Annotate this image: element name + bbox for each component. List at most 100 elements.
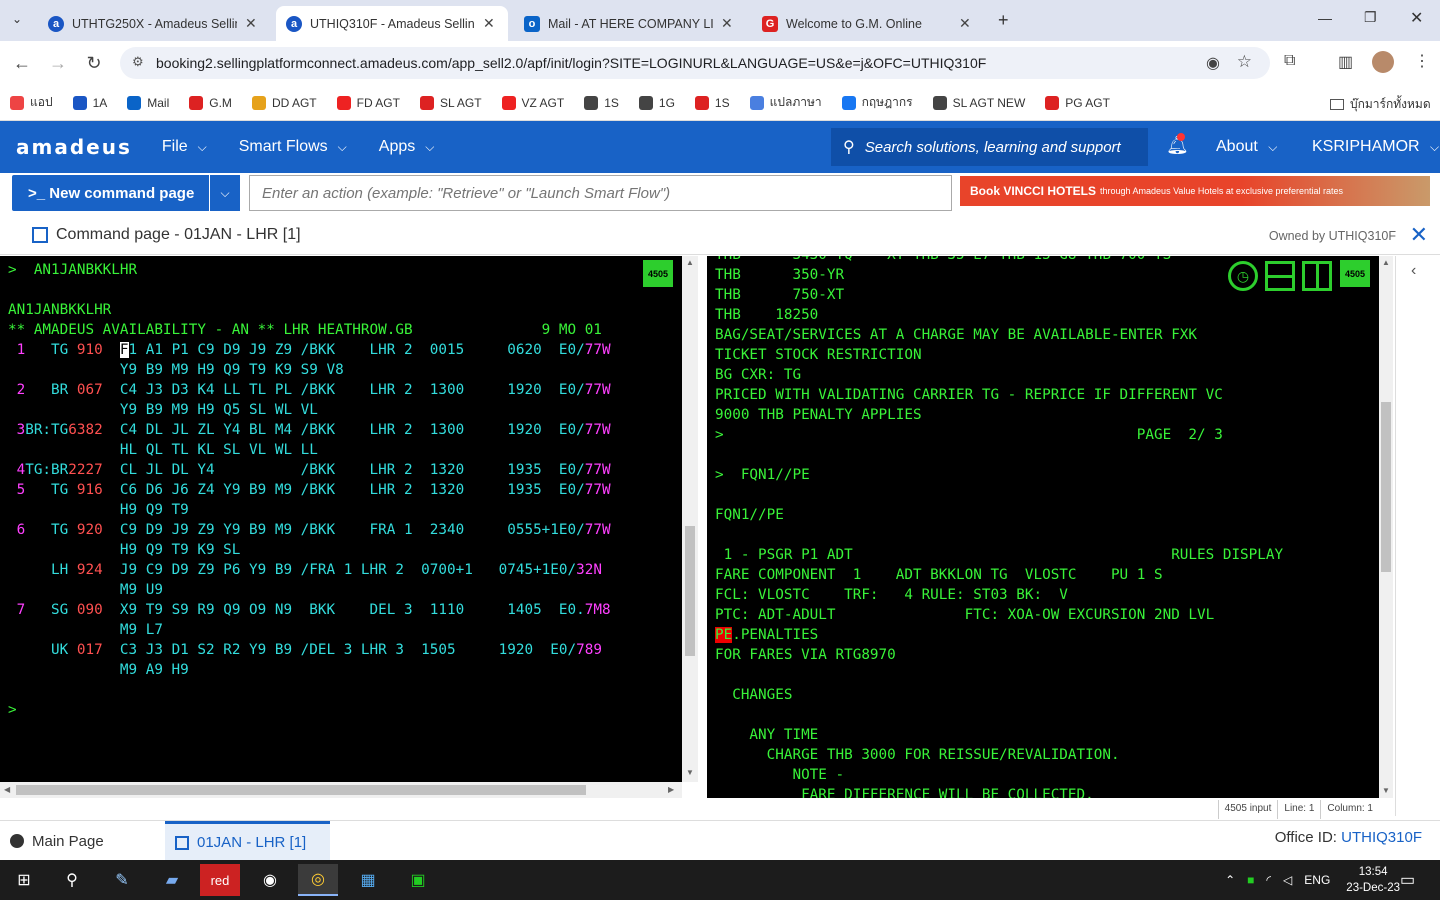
bookmark-item[interactable]: แอป — [10, 93, 53, 112]
scroll-thumb[interactable] — [685, 526, 695, 656]
bookmark-item[interactable]: Mail — [127, 95, 170, 110]
bookmark-label: Mail — [147, 95, 170, 110]
browser-tab-2-active[interactable]: a UTHIQ310F - Amadeus Selling P ✕ — [276, 6, 508, 41]
status-line: Line: 1 — [1277, 800, 1320, 819]
all-bookmarks[interactable]: บุ๊กมาร์กทั้งหมด — [1330, 95, 1431, 114]
url-field[interactable]: ⚙ booking2.sellingplatformconnect.amadeu… — [120, 47, 1270, 79]
bookmark-item[interactable]: 1G — [638, 95, 675, 110]
clock[interactable]: 13:54 23-Dec-23 — [1346, 864, 1400, 896]
terminal-left[interactable]: > AN1JANBKKLHR AN1JANBKKLHR ** AMADEUS AVA… — [0, 256, 682, 782]
menu-file[interactable]: File ⌵ — [162, 138, 207, 156]
scroll-down-icon[interactable]: ▼ — [1382, 786, 1390, 795]
scroll-left-icon[interactable]: ◀ — [4, 785, 10, 794]
terminal-left-badge[interactable]: 4505 — [643, 260, 673, 290]
tray-expand-icon[interactable]: ⌃ — [1225, 873, 1235, 887]
bookmark-item[interactable]: แปลภาษา — [749, 93, 822, 112]
menu-smart-flows[interactable]: Smart Flows ⌵ — [239, 138, 347, 156]
calculator-icon[interactable]: ▦ — [348, 864, 388, 896]
scroll-thumb[interactable] — [1381, 402, 1391, 572]
close-tab-icon[interactable]: ✕ — [245, 15, 257, 32]
wifi-icon[interactable]: ◜ — [1266, 873, 1271, 887]
close-tab-icon[interactable]: ✕ — [483, 15, 495, 32]
profile-avatar[interactable] — [1372, 51, 1394, 73]
terminal-text: 6 — [8, 522, 52, 538]
bookmark-star-icon[interactable]: ☆ — [1237, 52, 1252, 72]
split-vertical-icon[interactable] — [1302, 261, 1332, 291]
browser-tab-3[interactable]: o Mail - AT HERE COMPANY LIMI ✕ — [514, 6, 750, 41]
back-icon[interactable]: ← — [4, 53, 40, 74]
sidepanel-icon[interactable]: ▥ — [1338, 52, 1353, 72]
terminal-right-badge[interactable]: 4505 — [1340, 260, 1370, 290]
bookmark-item[interactable]: SL AGT NEW — [932, 95, 1025, 110]
scroll-up-icon[interactable]: ▲ — [686, 258, 694, 267]
app-icon[interactable]: ▰ — [152, 864, 192, 896]
chrome-icon[interactable]: ◎ — [298, 864, 338, 896]
browser-tab-4[interactable]: G Welcome to G.M. Online ✕ — [752, 6, 988, 41]
extensions-icon[interactable]: ⧉ — [1284, 52, 1295, 70]
app-icon[interactable]: ✎ — [102, 864, 142, 896]
office-id-value[interactable]: UTHIQ310F — [1341, 829, 1422, 846]
new-command-dropdown[interactable]: ⌵ — [210, 175, 240, 211]
line-app-icon[interactable]: ▣ — [398, 864, 438, 896]
bookmark-item[interactable]: 1A — [72, 95, 107, 110]
language-indicator[interactable]: ENG — [1304, 873, 1330, 887]
bookmark-item[interactable]: 1S — [694, 95, 730, 110]
terminal-right[interactable]: THB 3430-YQ XT THB 35-E7 THB 15-G8 THB 7… — [707, 256, 1379, 798]
menu-dots-icon[interactable]: ⋮ — [1414, 51, 1430, 71]
close-page-icon[interactable]: ✕ — [1410, 222, 1428, 248]
volume-icon[interactable]: ◁ — [1283, 873, 1292, 887]
scroll-up-icon[interactable]: ▲ — [1382, 258, 1390, 267]
chevron-left-icon[interactable]: ‹ — [1411, 262, 1416, 280]
bookmark-item[interactable]: FD AGT — [336, 95, 400, 110]
app-icon[interactable]: ◉ — [250, 864, 290, 896]
left-horizontal-scrollbar[interactable]: ◀ ▶ — [0, 782, 682, 798]
eye-icon[interactable]: ◉ — [1206, 53, 1220, 73]
minimize-icon[interactable]: — — [1318, 10, 1332, 26]
site-info-icon[interactable]: ⚙ — [132, 54, 144, 70]
scroll-right-icon[interactable]: ▶ — [668, 785, 674, 794]
tab-search-icon[interactable]: ⌄ — [12, 12, 22, 26]
restore-icon[interactable]: ❐ — [1364, 9, 1377, 26]
new-tab-button[interactable]: + — [998, 10, 1009, 31]
tab-command-page[interactable]: 01JAN - LHR [1] — [165, 821, 330, 861]
windows-start-icon[interactable]: ⊞ — [4, 864, 44, 896]
terminal-line: 6 TG 920 C9 D9 J9 Z9 Y9 B9 M9 /BKK FRA 1… — [8, 520, 611, 540]
close-tab-icon[interactable]: ✕ — [721, 15, 733, 32]
bookmark-item[interactable]: G.M — [189, 95, 232, 110]
amadeus-logo[interactable]: amadeus — [16, 135, 132, 159]
user-menu[interactable]: KSRIPHAMOR ⌵ — [1312, 138, 1439, 156]
split-horizontal-icon[interactable] — [1265, 261, 1295, 291]
menu-apps[interactable]: Apps ⌵ — [379, 138, 435, 156]
red-app-icon[interactable]: red — [200, 864, 240, 896]
search-input[interactable]: ⚲ Search solutions, learning and support — [831, 128, 1148, 166]
window-close-icon[interactable]: ✕ — [1410, 8, 1423, 28]
scroll-down-icon[interactable]: ▼ — [686, 768, 694, 777]
scroll-thumb[interactable] — [16, 785, 586, 795]
right-vertical-scrollbar[interactable]: ▲ ▼ — [1379, 256, 1393, 798]
notifications-bell-icon[interactable]: 🔔︎ — [1166, 133, 1189, 156]
forward-icon[interactable]: → — [40, 53, 76, 74]
bookmark-item[interactable]: SL AGT — [419, 95, 482, 110]
terminal-text: 067 — [76, 382, 120, 398]
bookmark-item[interactable]: PG AGT — [1045, 95, 1110, 110]
search-icon[interactable]: ⚲ — [52, 864, 92, 896]
close-tab-icon[interactable]: ✕ — [959, 15, 971, 32]
bookmark-item[interactable]: DD AGT — [251, 95, 317, 110]
terminal-line: THB 350-YR — [715, 265, 844, 285]
bookmark-item[interactable]: VZ AGT — [501, 95, 564, 110]
notification-center-icon[interactable]: ▭ — [1400, 870, 1415, 890]
left-vertical-scrollbar[interactable]: ▲ ▼ — [682, 256, 698, 782]
tab-main-page[interactable]: Main Page — [0, 821, 165, 861]
history-icon[interactable]: ◷ — [1228, 261, 1258, 291]
reload-icon[interactable]: ↻ — [76, 53, 112, 74]
new-command-page-button[interactable]: >_ New command page — [12, 175, 209, 211]
action-input[interactable] — [249, 175, 952, 211]
terminal-text: C3 J3 D1 S2 R2 Y9 B9 /DEL 3 LHR 3 1505 1… — [119, 642, 577, 658]
browser-tab-1[interactable]: a UTHTG250X - Amadeus Selling ✕ — [38, 6, 274, 41]
terminal-line: > PAGE 2/ 3 — [715, 425, 1223, 445]
bookmark-item[interactable]: 1S — [584, 95, 619, 110]
bookmark-item[interactable]: กฤษฎากร — [841, 93, 913, 112]
line-tray-icon[interactable]: ■ — [1247, 873, 1254, 887]
about-menu[interactable]: About ⌵ — [1216, 138, 1277, 156]
hotel-ad-banner[interactable]: Book VINCCI HOTELS through Amadeus Value… — [960, 176, 1430, 206]
